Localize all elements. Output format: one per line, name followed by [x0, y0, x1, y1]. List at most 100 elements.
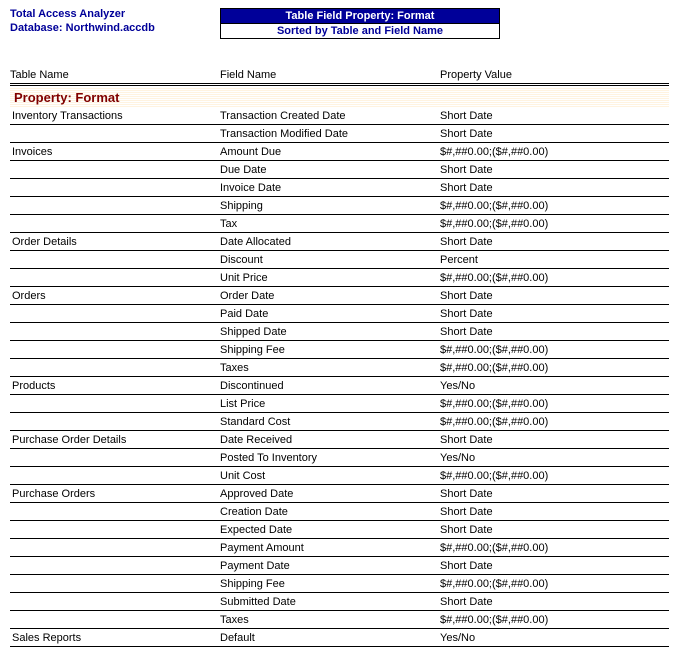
cell-field-name: Standard Cost: [220, 415, 440, 429]
table-row: Tax$#,##0.00;($#,##0.00): [10, 215, 669, 233]
cell-table-name: [10, 559, 220, 573]
cell-field-name: Posted To Inventory: [220, 451, 440, 465]
table-row: Shipping$#,##0.00;($#,##0.00): [10, 197, 669, 215]
table-row: Paid DateShort Date: [10, 305, 669, 323]
cell-table-name: Products: [10, 379, 220, 393]
table-row: Invoice DateShort Date: [10, 179, 669, 197]
cell-property-value: Yes/No: [440, 379, 669, 393]
cell-property-value: Short Date: [440, 109, 669, 123]
cell-property-value: $#,##0.00;($#,##0.00): [440, 469, 669, 483]
col-header-table-name: Table Name: [10, 69, 220, 81]
cell-table-name: [10, 361, 220, 375]
col-header-property-value: Property Value: [440, 69, 669, 81]
table-row: Taxes$#,##0.00;($#,##0.00): [10, 611, 669, 629]
cell-table-name: [10, 505, 220, 519]
cell-field-name: Discontinued: [220, 379, 440, 393]
database-label: Database: Northwind.accdb: [10, 22, 220, 34]
cell-field-name: Tax: [220, 217, 440, 231]
cell-table-name: Purchase Order Details: [10, 433, 220, 447]
column-headers: Table Name Field Name Property Value: [10, 69, 669, 81]
cell-property-value: $#,##0.00;($#,##0.00): [440, 145, 669, 159]
table-row: Payment Amount$#,##0.00;($#,##0.00): [10, 539, 669, 557]
table-row: Order DetailsDate AllocatedShort Date: [10, 233, 669, 251]
cell-field-name: List Price: [220, 397, 440, 411]
table-row: Expected DateShort Date: [10, 521, 669, 539]
cell-table-name: [10, 163, 220, 177]
cell-property-value: $#,##0.00;($#,##0.00): [440, 361, 669, 375]
cell-table-name: [10, 469, 220, 483]
cell-property-value: $#,##0.00;($#,##0.00): [440, 199, 669, 213]
cell-field-name: Date Received: [220, 433, 440, 447]
cell-property-value: Short Date: [440, 163, 669, 177]
cell-table-name: [10, 307, 220, 321]
cell-property-value: Short Date: [440, 433, 669, 447]
cell-field-name: Shipped Date: [220, 325, 440, 339]
cell-field-name: Submitted Date: [220, 595, 440, 609]
cell-field-name: Taxes: [220, 613, 440, 627]
table-row: InvoicesAmount Due$#,##0.00;($#,##0.00): [10, 143, 669, 161]
cell-property-value: $#,##0.00;($#,##0.00): [440, 271, 669, 285]
cell-table-name: [10, 415, 220, 429]
cell-field-name: Creation Date: [220, 505, 440, 519]
table-row: DiscountPercent: [10, 251, 669, 269]
cell-property-value: Short Date: [440, 595, 669, 609]
cell-property-value: $#,##0.00;($#,##0.00): [440, 541, 669, 555]
cell-property-value: $#,##0.00;($#,##0.00): [440, 415, 669, 429]
cell-table-name: [10, 397, 220, 411]
cell-table-name: Order Details: [10, 235, 220, 249]
cell-property-value: $#,##0.00;($#,##0.00): [440, 613, 669, 627]
cell-property-value: $#,##0.00;($#,##0.00): [440, 577, 669, 591]
cell-property-value: Yes/No: [440, 451, 669, 465]
cell-table-name: [10, 451, 220, 465]
cell-field-name: Expected Date: [220, 523, 440, 537]
cell-field-name: Shipping: [220, 199, 440, 213]
cell-field-name: Amount Due: [220, 145, 440, 159]
table-row: Purchase Order DetailsDate ReceivedShort…: [10, 431, 669, 449]
cell-table-name: [10, 595, 220, 609]
cell-table-name: [10, 199, 220, 213]
table-row: Unit Price$#,##0.00;($#,##0.00): [10, 269, 669, 287]
property-group-header: Property: Format: [10, 88, 669, 107]
cell-field-name: Order Date: [220, 289, 440, 303]
cell-property-value: Short Date: [440, 307, 669, 321]
table-row: Posted To InventoryYes/No: [10, 449, 669, 467]
cell-table-name: Orders: [10, 289, 220, 303]
cell-table-name: [10, 343, 220, 357]
cell-field-name: Date Allocated: [220, 235, 440, 249]
cell-table-name: [10, 217, 220, 231]
table-row: ProductsDiscontinuedYes/No: [10, 377, 669, 395]
cell-table-name: [10, 253, 220, 267]
cell-field-name: Invoice Date: [220, 181, 440, 195]
cell-field-name: Approved Date: [220, 487, 440, 501]
cell-field-name: Payment Date: [220, 559, 440, 573]
cell-property-value: Short Date: [440, 505, 669, 519]
table-row: Due DateShort Date: [10, 161, 669, 179]
cell-property-value: $#,##0.00;($#,##0.00): [440, 397, 669, 411]
cell-table-name: [10, 181, 220, 195]
report-banner: Table Field Property: Format: [220, 8, 500, 24]
table-row: Creation DateShort Date: [10, 503, 669, 521]
table-row: Standard Cost$#,##0.00;($#,##0.00): [10, 413, 669, 431]
table-row: Taxes$#,##0.00;($#,##0.00): [10, 359, 669, 377]
table-row: Payment DateShort Date: [10, 557, 669, 575]
cell-table-name: [10, 541, 220, 555]
cell-table-name: [10, 613, 220, 627]
table-row: Submitted DateShort Date: [10, 593, 669, 611]
cell-field-name: Taxes: [220, 361, 440, 375]
header-rule: [10, 83, 669, 86]
cell-table-name: [10, 577, 220, 591]
cell-field-name: Payment Amount: [220, 541, 440, 555]
cell-table-name: [10, 325, 220, 339]
report-header-right: Table Field Property: Format Sorted by T…: [220, 8, 669, 43]
cell-property-value: Short Date: [440, 559, 669, 573]
col-header-field-name: Field Name: [220, 69, 440, 81]
report-subbanner: Sorted by Table and Field Name: [220, 24, 500, 39]
cell-field-name: Unit Cost: [220, 469, 440, 483]
table-row: Shipped DateShort Date: [10, 323, 669, 341]
table-row: Sales ReportsDefaultYes/No: [10, 629, 669, 647]
data-rows-container: Inventory TransactionsTransaction Create…: [10, 107, 669, 647]
table-row: Shipping Fee$#,##0.00;($#,##0.00): [10, 575, 669, 593]
cell-table-name: [10, 271, 220, 285]
table-row: OrdersOrder DateShort Date: [10, 287, 669, 305]
app-title: Total Access Analyzer: [10, 8, 220, 20]
